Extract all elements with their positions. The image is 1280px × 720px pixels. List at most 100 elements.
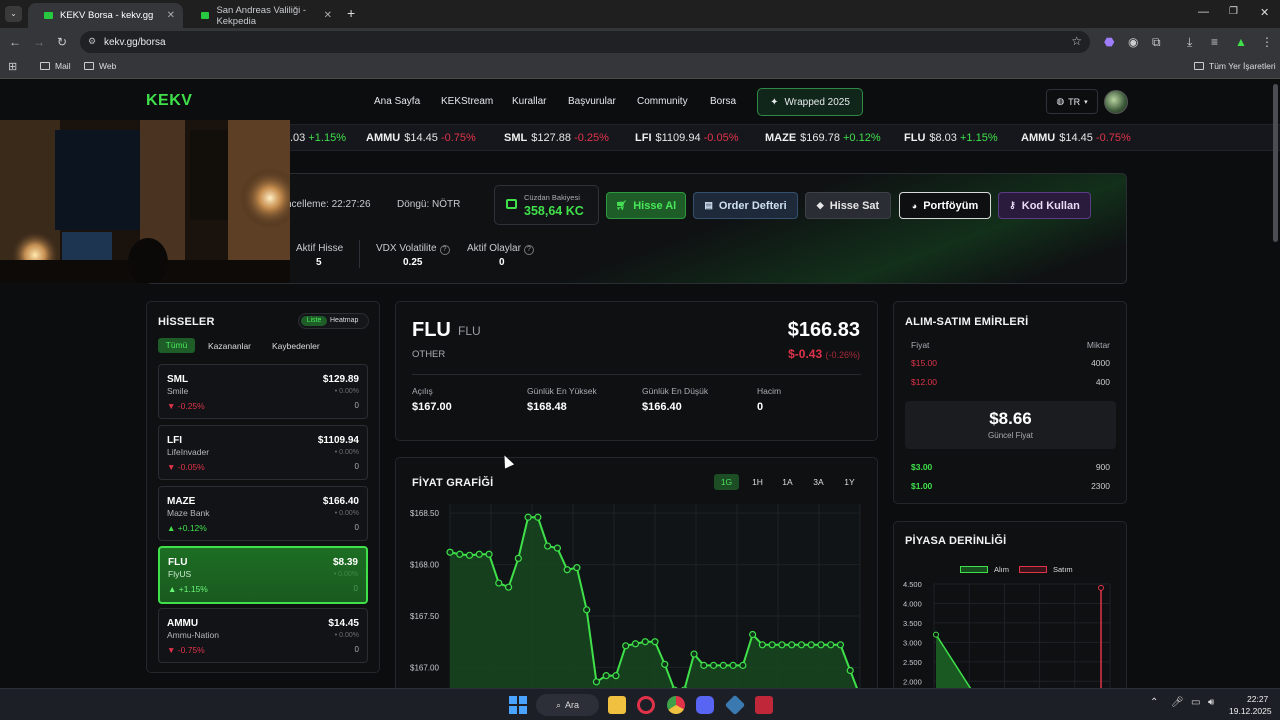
menu-dots-icon[interactable]: ⋮ <box>1261 35 1273 49</box>
nav-community[interactable]: Community <box>637 96 688 107</box>
new-tab-icon[interactable]: + <box>347 5 355 21</box>
recorder-icon[interactable] <box>755 696 773 714</box>
sell-stock-button[interactable]: ◆ Hisse Sat <box>805 192 891 219</box>
windows-start-icon[interactable] <box>509 696 527 714</box>
range-1a-button[interactable]: 1A <box>775 474 800 490</box>
filter-tumu[interactable]: Tümü <box>158 338 195 353</box>
stock-card-sml[interactable]: SML Smile ▼ -0.25% $129.89 • 0.00% 0 <box>158 364 368 419</box>
app-icon[interactable] <box>724 694 746 716</box>
nav-kurallar[interactable]: Kurallar <box>512 96 546 107</box>
portfolio-button[interactable]: ◕ Portföyüm <box>899 192 991 219</box>
page-scrollbar[interactable] <box>1273 84 1278 242</box>
stock-price: $8.39 <box>332 557 358 568</box>
price-point <box>807 641 815 649</box>
stock-card-lfi[interactable]: LFI LifeInvader ▼ -0.05% $1109.94 • 0.00… <box>158 425 368 480</box>
filter-kazananlar[interactable]: Kazananlar <box>208 341 251 351</box>
user-avatar[interactable] <box>1104 90 1128 114</box>
all-bookmarks[interactable]: Tüm Yer İşaretleri <box>1194 61 1276 71</box>
discord-icon[interactable] <box>696 696 714 714</box>
clock-time[interactable]: 22:27 <box>1247 694 1268 704</box>
media-control-icon[interactable]: ≡ <box>1211 35 1218 49</box>
stock-card-ammu[interactable]: AMMU Ammu-Nation ▼ -0.75% $14.45 • 0.00%… <box>158 608 368 663</box>
price-point <box>700 661 708 669</box>
minimize-icon[interactable]: — <box>1198 6 1209 18</box>
key-icon: ⚷ <box>1009 200 1016 210</box>
taskbar-search[interactable]: ⌕ Ara <box>536 694 599 716</box>
microphone-icon[interactable]: 🎤︎ <box>1171 697 1184 708</box>
stock-card-maze[interactable]: MAZE Maze Bank ▲ +0.12% $166.40 • 0.00% … <box>158 486 368 541</box>
price-line-chart[interactable]: $168.50 $168.00 $167.50 $167.00 <box>408 498 868 688</box>
clock-date[interactable]: 19.12.2025 <box>1229 706 1272 716</box>
stock-card-flu[interactable]: FLU FlyUS ▲ +1.15% $8.39 • 0.00% 0 <box>158 546 368 604</box>
legend-sell-swatch <box>1019 566 1047 573</box>
wallet-icon <box>506 199 517 209</box>
language-selector[interactable]: ◍ TR ▾ <box>1046 89 1098 114</box>
profile-icon[interactable]: ▲ <box>1235 35 1247 49</box>
depth-buy-point <box>933 631 939 638</box>
buy-stock-button[interactable]: 🛒︎ Hisse Al <box>606 192 686 219</box>
stock-price: $129.89 <box>322 374 359 385</box>
redeem-code-button[interactable]: ⚷ Kod Kullan <box>998 192 1091 219</box>
detail-change-pct: (-0.26%) <box>825 350 860 360</box>
ask-price[interactable]: $15.00 <box>911 358 937 368</box>
stock-pct: • 0.00% <box>334 449 359 456</box>
tab-kekpedia[interactable]: San Andreas Valiliği - Kekpedia ✕ <box>185 3 340 28</box>
stock-name: Smile <box>167 386 189 396</box>
ticker-item: FLU $8.03 +1.15% <box>904 132 998 144</box>
view-liste-button[interactable]: Liste <box>301 316 327 326</box>
wrapped-2025-button[interactable]: ✦ Wrapped 2025 <box>757 88 863 116</box>
site-info-icon[interactable]: ⚙ <box>88 36 96 47</box>
close-window-icon[interactable]: ✕ <box>1260 6 1269 19</box>
maximize-icon[interactable]: ❐ <box>1229 6 1238 17</box>
range-3a-button[interactable]: 3A <box>806 474 831 490</box>
download-icon[interactable]: ⤓ <box>1187 35 1192 50</box>
detail-symbol-small: FLU <box>458 324 481 338</box>
display-icon[interactable]: ▭ <box>1191 697 1200 708</box>
view-heatmap-button[interactable]: Heatmap <box>330 316 358 326</box>
bookmark-web[interactable]: Web <box>84 61 116 71</box>
back-icon[interactable]: ← <box>9 35 21 49</box>
range-1h-button[interactable]: 1H <box>745 474 770 490</box>
site-logo[interactable]: KEKV <box>146 92 192 110</box>
chevron-down-icon: ▾ <box>1084 98 1088 106</box>
stocks-panel-title: HİSSELER <box>158 316 215 328</box>
tab-search-icon[interactable]: ⌄ <box>5 6 22 22</box>
bid-price[interactable]: $1.00 <box>911 481 932 491</box>
help-icon[interactable]: ? <box>523 245 534 255</box>
market-depth-chart[interactable]: 4.5004.0003.5003.0002.5002.0001.5001.000 <box>898 578 1118 688</box>
nav-basvurular[interactable]: Başvurular <box>568 96 616 107</box>
tab-kekv-borsa[interactable]: KEKV Borsa - kekv.gg ✕ <box>28 3 183 28</box>
bookmark-star-icon[interactable]: ☆ <box>1071 34 1082 48</box>
close-tab-icon[interactable]: ✕ <box>167 10 175 21</box>
close-tab-icon[interactable]: ✕ <box>324 10 332 21</box>
tray-chevron-icon[interactable]: ⌃ <box>1150 697 1158 708</box>
extensions-puzzle-icon[interactable]: ⧉ <box>1152 35 1161 50</box>
range-1g-button[interactable]: 1G <box>714 474 739 490</box>
forward-icon[interactable]: → <box>33 35 45 49</box>
address-bar[interactable]: ⚙ kekv.gg/borsa ☆ <box>80 31 1090 53</box>
reload-icon[interactable]: ↻ <box>57 35 67 49</box>
bid-price[interactable]: $3.00 <box>911 462 932 472</box>
nav-borsa[interactable]: Borsa <box>710 96 736 107</box>
stat-label-aktif-olaylar: Aktif Olaylar? <box>467 243 534 255</box>
col-price-header: Fiyat <box>911 340 930 350</box>
nav-kekstream[interactable]: KEKStream <box>441 96 493 107</box>
help-icon[interactable]: ? <box>439 245 450 255</box>
nav-ana-sayfa[interactable]: Ana Sayfa <box>374 96 420 107</box>
camera-extension-icon[interactable]: ◉ <box>1128 35 1138 49</box>
bookmark-mail[interactable]: Mail <box>40 61 71 71</box>
order-book-button[interactable]: ▤ Order Defteri <box>693 192 798 219</box>
stocks-panel: HİSSELER Liste Heatmap Tümü Kazananlar K… <box>146 301 380 673</box>
apps-grid-icon[interactable]: ⊞ <box>8 60 17 73</box>
ask-price[interactable]: $12.00 <box>911 377 937 387</box>
extension-icon[interactable]: ⬣ <box>1104 35 1114 49</box>
price-point <box>446 548 454 556</box>
volume-icon[interactable]: 🔊︎ <box>1208 697 1214 708</box>
range-1y-button[interactable]: 1Y <box>837 474 862 490</box>
opera-icon[interactable] <box>637 696 655 714</box>
detail-change-value: $-0.43 <box>788 347 823 361</box>
filter-kaybedenler[interactable]: Kaybedenler <box>272 341 320 351</box>
stock-symbol: LFI <box>167 435 182 446</box>
file-explorer-icon[interactable] <box>608 696 626 714</box>
chrome-icon[interactable] <box>667 696 685 714</box>
